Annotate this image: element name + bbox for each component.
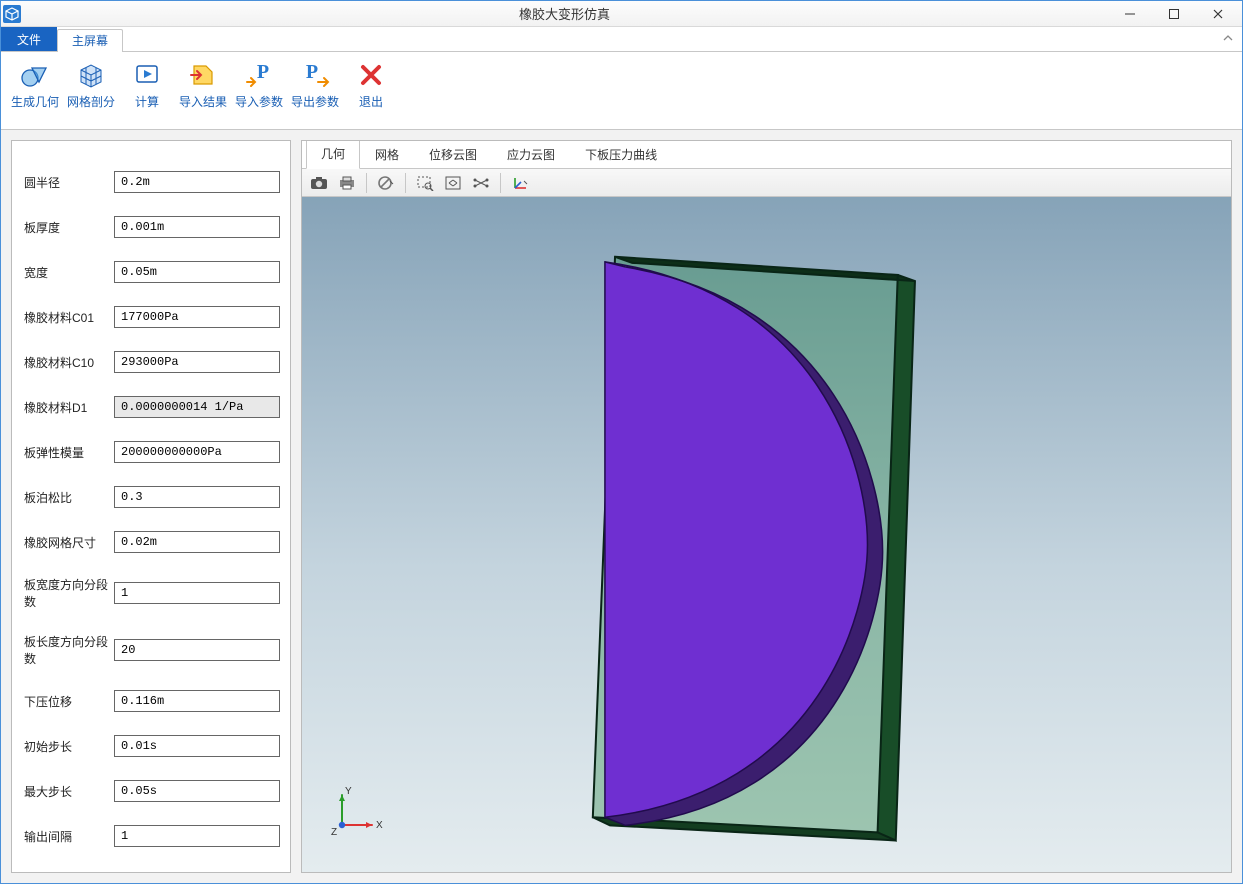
app-window: 橡胶大变形仿真 文件 主屏幕 — [0, 0, 1243, 884]
svg-text:P: P — [257, 61, 269, 83]
viewport-tabs: 几何 网格 位移云图 应力云图 下板压力曲线 — [302, 141, 1231, 169]
label-young: 板弹性模量 — [24, 444, 114, 461]
app-icon — [3, 5, 21, 23]
input-c10[interactable] — [114, 351, 280, 373]
label-rubber-mesh: 橡胶网格尺寸 — [24, 534, 114, 551]
label-seg-length: 板长度方向分段数 — [24, 633, 114, 667]
close-button[interactable] — [1196, 2, 1240, 26]
exit-button[interactable]: 退出 — [345, 56, 397, 113]
export-param-icon: P — [299, 59, 331, 91]
tab-mesh[interactable]: 网格 — [360, 140, 414, 169]
geometry-render — [302, 197, 1231, 872]
import-result-icon — [187, 59, 219, 91]
input-young[interactable] — [114, 441, 280, 463]
zoom-select-icon[interactable] — [412, 171, 438, 195]
parameter-panel: 圆半径 板厚度 宽度 橡胶材料C01 橡胶材料C10 橡胶材料D1 板弹性模量 … — [11, 140, 291, 873]
input-poisson[interactable] — [114, 486, 280, 508]
maximize-button[interactable] — [1152, 2, 1196, 26]
label-out-interval: 输出间隔 — [24, 828, 114, 845]
axis-label-x: X — [376, 820, 383, 831]
tab-stress[interactable]: 应力云图 — [492, 140, 570, 169]
label-c10: 橡胶材料C10 — [24, 354, 114, 371]
input-out-interval[interactable] — [114, 825, 280, 847]
input-seg-width[interactable] — [114, 582, 280, 604]
input-init-step[interactable] — [114, 735, 280, 757]
tab-curve[interactable]: 下板压力曲线 — [570, 140, 672, 169]
label-c01: 橡胶材料C01 — [24, 309, 114, 326]
axis-triad: X Y Z — [328, 785, 388, 844]
input-width[interactable] — [114, 261, 280, 283]
fit-view-icon[interactable] — [440, 171, 466, 195]
tab-geometry[interactable]: 几何 — [306, 140, 360, 169]
exit-icon — [355, 59, 387, 91]
label-width: 宽度 — [24, 264, 114, 281]
viewport-3d[interactable]: X Y Z — [302, 197, 1231, 872]
axis-label-y: Y — [345, 786, 352, 797]
forbid-icon[interactable] — [373, 171, 399, 195]
axes-icon[interactable] — [507, 171, 533, 195]
tab-file[interactable]: 文件 — [1, 27, 57, 51]
input-thickness[interactable] — [114, 216, 280, 238]
window-title: 橡胶大变形仿真 — [21, 4, 1108, 23]
ribbon-collapse-icon[interactable] — [1222, 32, 1234, 47]
axis-label-z: Z — [331, 827, 337, 838]
ribbon-toolbar: 生成几何 网格剖分 — [1, 52, 1242, 130]
tab-main[interactable]: 主屏幕 — [57, 29, 123, 51]
import-result-button[interactable]: 导入结果 — [177, 56, 229, 113]
label-max-step: 最大步长 — [24, 783, 114, 800]
generate-geometry-icon — [19, 59, 51, 91]
label-thickness: 板厚度 — [24, 219, 114, 236]
orbit-icon[interactable] — [468, 171, 494, 195]
label-d1: 橡胶材料D1 — [24, 399, 114, 416]
ribbon-tabs: 文件 主屏幕 — [1, 27, 1242, 52]
compute-icon — [131, 59, 163, 91]
viewport-panel: 几何 网格 位移云图 应力云图 下板压力曲线 — [301, 140, 1232, 873]
compute-button[interactable]: 计算 — [121, 56, 173, 113]
input-rubber-mesh[interactable] — [114, 531, 280, 553]
label-seg-width: 板宽度方向分段数 — [24, 576, 114, 610]
title-bar: 橡胶大变形仿真 — [1, 1, 1242, 27]
export-param-button[interactable]: P 导出参数 — [289, 56, 341, 113]
tab-disp-plot[interactable]: 位移云图 — [414, 140, 492, 169]
main-body: 圆半径 板厚度 宽度 橡胶材料C01 橡胶材料C10 橡胶材料D1 板弹性模量 … — [1, 130, 1242, 883]
mesh-button[interactable]: 网格剖分 — [65, 56, 117, 113]
generate-geometry-button[interactable]: 生成几何 — [9, 56, 61, 113]
label-poisson: 板泊松比 — [24, 489, 114, 506]
mesh-icon — [75, 59, 107, 91]
minimize-button[interactable] — [1108, 2, 1152, 26]
input-d1 — [114, 396, 280, 418]
input-c01[interactable] — [114, 306, 280, 328]
import-param-button[interactable]: P 导入参数 — [233, 56, 285, 113]
camera-icon[interactable] — [306, 171, 332, 195]
label-radius: 圆半径 — [24, 174, 114, 191]
label-init-step: 初始步长 — [24, 738, 114, 755]
input-radius[interactable] — [114, 171, 280, 193]
svg-text:P: P — [306, 61, 318, 83]
viewport-toolbar — [302, 169, 1231, 197]
input-press-disp[interactable] — [114, 690, 280, 712]
label-press-disp: 下压位移 — [24, 693, 114, 710]
import-param-icon: P — [243, 59, 275, 91]
input-seg-length[interactable] — [114, 639, 280, 661]
input-max-step[interactable] — [114, 780, 280, 802]
print-icon[interactable] — [334, 171, 360, 195]
